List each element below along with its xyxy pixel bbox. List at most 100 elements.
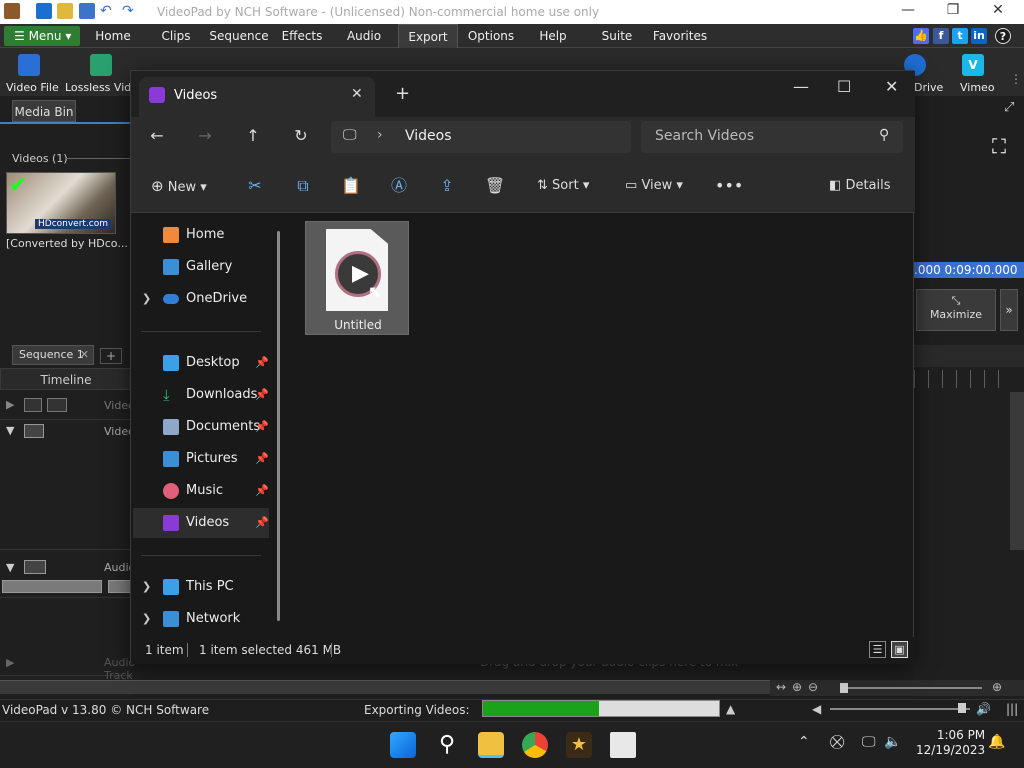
onedrive-button[interactable]: Drive — [914, 81, 943, 94]
zoom-slider-thumb[interactable] — [840, 683, 848, 693]
fullscreen-icon[interactable]: ⛶ — [992, 134, 1006, 158]
undock-icon[interactable]: ⤢ — [1004, 100, 1020, 116]
nav-item-documents[interactable]: Documents 📌 — [133, 412, 269, 442]
video-file-button[interactable]: Video File — [6, 81, 59, 94]
timeline-vscroll[interactable] — [1010, 392, 1024, 550]
videopad-icon[interactable]: ★ — [566, 732, 592, 758]
file-explorer-icon[interactable] — [478, 732, 504, 758]
tab-effects[interactable]: Effects — [274, 24, 330, 48]
collapse-audio-icon[interactable]: ▼ — [6, 561, 14, 574]
like-icon[interactable]: 👍 — [913, 28, 929, 44]
zoom-fit-icon[interactable]: ⊕ — [792, 680, 802, 694]
master-volume-thumb[interactable] — [958, 703, 966, 713]
nav-item-gallery[interactable]: Gallery — [133, 252, 269, 282]
audio-volume-knob[interactable] — [108, 580, 132, 593]
pin-icon[interactable]: 📌 — [255, 380, 269, 410]
video-thumbnail[interactable]: ✔ HDconvert.com — [6, 172, 116, 234]
nav-item-network[interactable]: ❯ Network — [133, 604, 269, 634]
nav-item-music[interactable]: Music 📌 — [133, 476, 269, 506]
details-view-icon[interactable]: ☰ — [869, 641, 886, 658]
volume-up-icon[interactable]: 🔊 — [976, 702, 991, 716]
breadcrumb[interactable]: Videos — [405, 128, 452, 144]
audio-volume-bar[interactable] — [2, 580, 102, 593]
expand-up-icon[interactable]: ▲ — [726, 702, 735, 716]
add-sequence-button[interactable]: + — [100, 348, 122, 364]
chrome-icon[interactable] — [522, 732, 548, 758]
nav-item-downloads[interactable]: ⤓ Downloads 📌 — [133, 380, 269, 410]
large-icons-view-icon[interactable]: ▣ — [891, 641, 908, 658]
vimeo-icon[interactable]: V — [962, 54, 984, 76]
eye-icon[interactable] — [24, 398, 42, 412]
network-tray-icon[interactable]: ⛒ — [830, 734, 844, 750]
new-button[interactable]: ⊕ New ▾ — [151, 175, 207, 197]
collapse-track-icon[interactable]: ▼ — [6, 424, 14, 437]
package-icon[interactable] — [610, 732, 636, 758]
refresh-icon[interactable]: ↻ — [287, 125, 315, 147]
group-icon[interactable] — [47, 398, 67, 412]
nav-item-thispc[interactable]: ❯ This PC — [133, 572, 269, 602]
video-file-icon[interactable] — [18, 54, 40, 76]
nav-item-home[interactable]: Home — [133, 220, 269, 250]
help-icon[interactable]: ? — [995, 28, 1011, 44]
explorer-tab[interactable]: Videos ✕ — [139, 77, 375, 117]
chevron-right-icon[interactable]: ❯ — [142, 604, 151, 634]
clock[interactable]: 1:06 PM 12/19/2023 — [916, 728, 985, 758]
expand-track-icon[interactable]: ▶ — [6, 656, 14, 669]
tab-audio[interactable]: Audio — [336, 24, 392, 48]
minimize-icon[interactable]: — — [893, 2, 923, 18]
file-item[interactable]: ▶ ⬉ Untitled — [305, 221, 409, 335]
open-project-icon[interactable] — [57, 3, 73, 19]
volume-down-icon[interactable]: ◀ — [812, 702, 821, 716]
back-icon[interactable]: ← — [143, 125, 171, 147]
forward-icon[interactable]: → — [191, 125, 219, 147]
pin-icon[interactable]: 📌 — [255, 508, 269, 538]
search-icon[interactable]: ⚲ — [434, 732, 460, 758]
nav-item-pictures[interactable]: Pictures 📌 — [133, 444, 269, 474]
close-tab-icon[interactable]: ✕ — [351, 86, 363, 102]
sort-button[interactable]: ⇅ Sort ▾ — [537, 175, 589, 197]
nav-scrollbar[interactable] — [277, 231, 280, 621]
linkedin-icon[interactable]: in — [971, 28, 987, 44]
lossless-video-button[interactable]: Lossless Video — [65, 81, 130, 94]
volume-tray-icon[interactable]: 🔈 — [884, 734, 901, 750]
tab-options[interactable]: Options — [462, 24, 520, 48]
pin-icon[interactable]: 📌 — [255, 412, 269, 442]
share-icon[interactable]: ⇪ — [436, 175, 458, 197]
twitter-icon[interactable]: t — [952, 28, 968, 44]
tab-export[interactable]: Export — [398, 24, 458, 48]
maximize-button[interactable]: ⤡ Maximize — [916, 289, 996, 331]
view-button[interactable]: ▭ View ▾ — [625, 175, 683, 197]
ribbon-more-icon[interactable]: ⋮ — [1010, 72, 1022, 86]
more-options-button[interactable]: » — [1000, 289, 1018, 331]
notifications-icon[interactable]: 🔔 — [988, 734, 1005, 750]
expand-track-icon[interactable]: ▶ — [6, 398, 14, 411]
search-input[interactable]: Search Videos ⚲ — [641, 121, 903, 153]
pin-icon[interactable]: 📌 — [255, 444, 269, 474]
pin-icon[interactable]: 📌 — [255, 348, 269, 378]
paste-icon[interactable]: 📋 — [340, 175, 362, 197]
zoom-out-icon[interactable]: ⊖ — [808, 680, 818, 694]
display-tray-icon[interactable]: 🖵 — [862, 734, 876, 750]
lossless-video-icon[interactable] — [90, 54, 112, 76]
zoom-slider[interactable] — [842, 687, 982, 689]
details-button[interactable]: ◧ Details — [829, 175, 891, 197]
nav-item-onedrive[interactable]: ❯ OneDrive — [133, 284, 269, 314]
facebook-icon[interactable]: f — [933, 28, 949, 44]
copy-icon[interactable]: ⧉ — [292, 175, 314, 197]
tab-home[interactable]: Home — [86, 24, 140, 48]
chevron-right-icon[interactable]: ❯ — [142, 284, 151, 314]
new-project-icon[interactable] — [36, 3, 52, 19]
address-bar[interactable]: 🖵 › Videos — [331, 121, 631, 153]
cut-icon[interactable]: ✂ — [244, 175, 266, 197]
media-bin-tab[interactable]: Media Bin — [12, 100, 76, 122]
nav-item-videos[interactable]: Videos 📌 — [133, 508, 269, 538]
tab-suite[interactable]: Suite — [590, 24, 644, 48]
tab-clips[interactable]: Clips — [150, 24, 202, 48]
redo-icon[interactable]: ↷ — [122, 3, 138, 19]
nav-item-desktop[interactable]: Desktop 📌 — [133, 348, 269, 378]
minimize-icon[interactable]: — — [793, 77, 809, 96]
rename-icon[interactable]: Ⓐ — [388, 175, 410, 197]
close-sequence-icon[interactable]: ✕ — [80, 346, 89, 364]
up-icon[interactable]: ↑ — [239, 125, 267, 147]
master-volume-slider[interactable] — [830, 708, 970, 710]
